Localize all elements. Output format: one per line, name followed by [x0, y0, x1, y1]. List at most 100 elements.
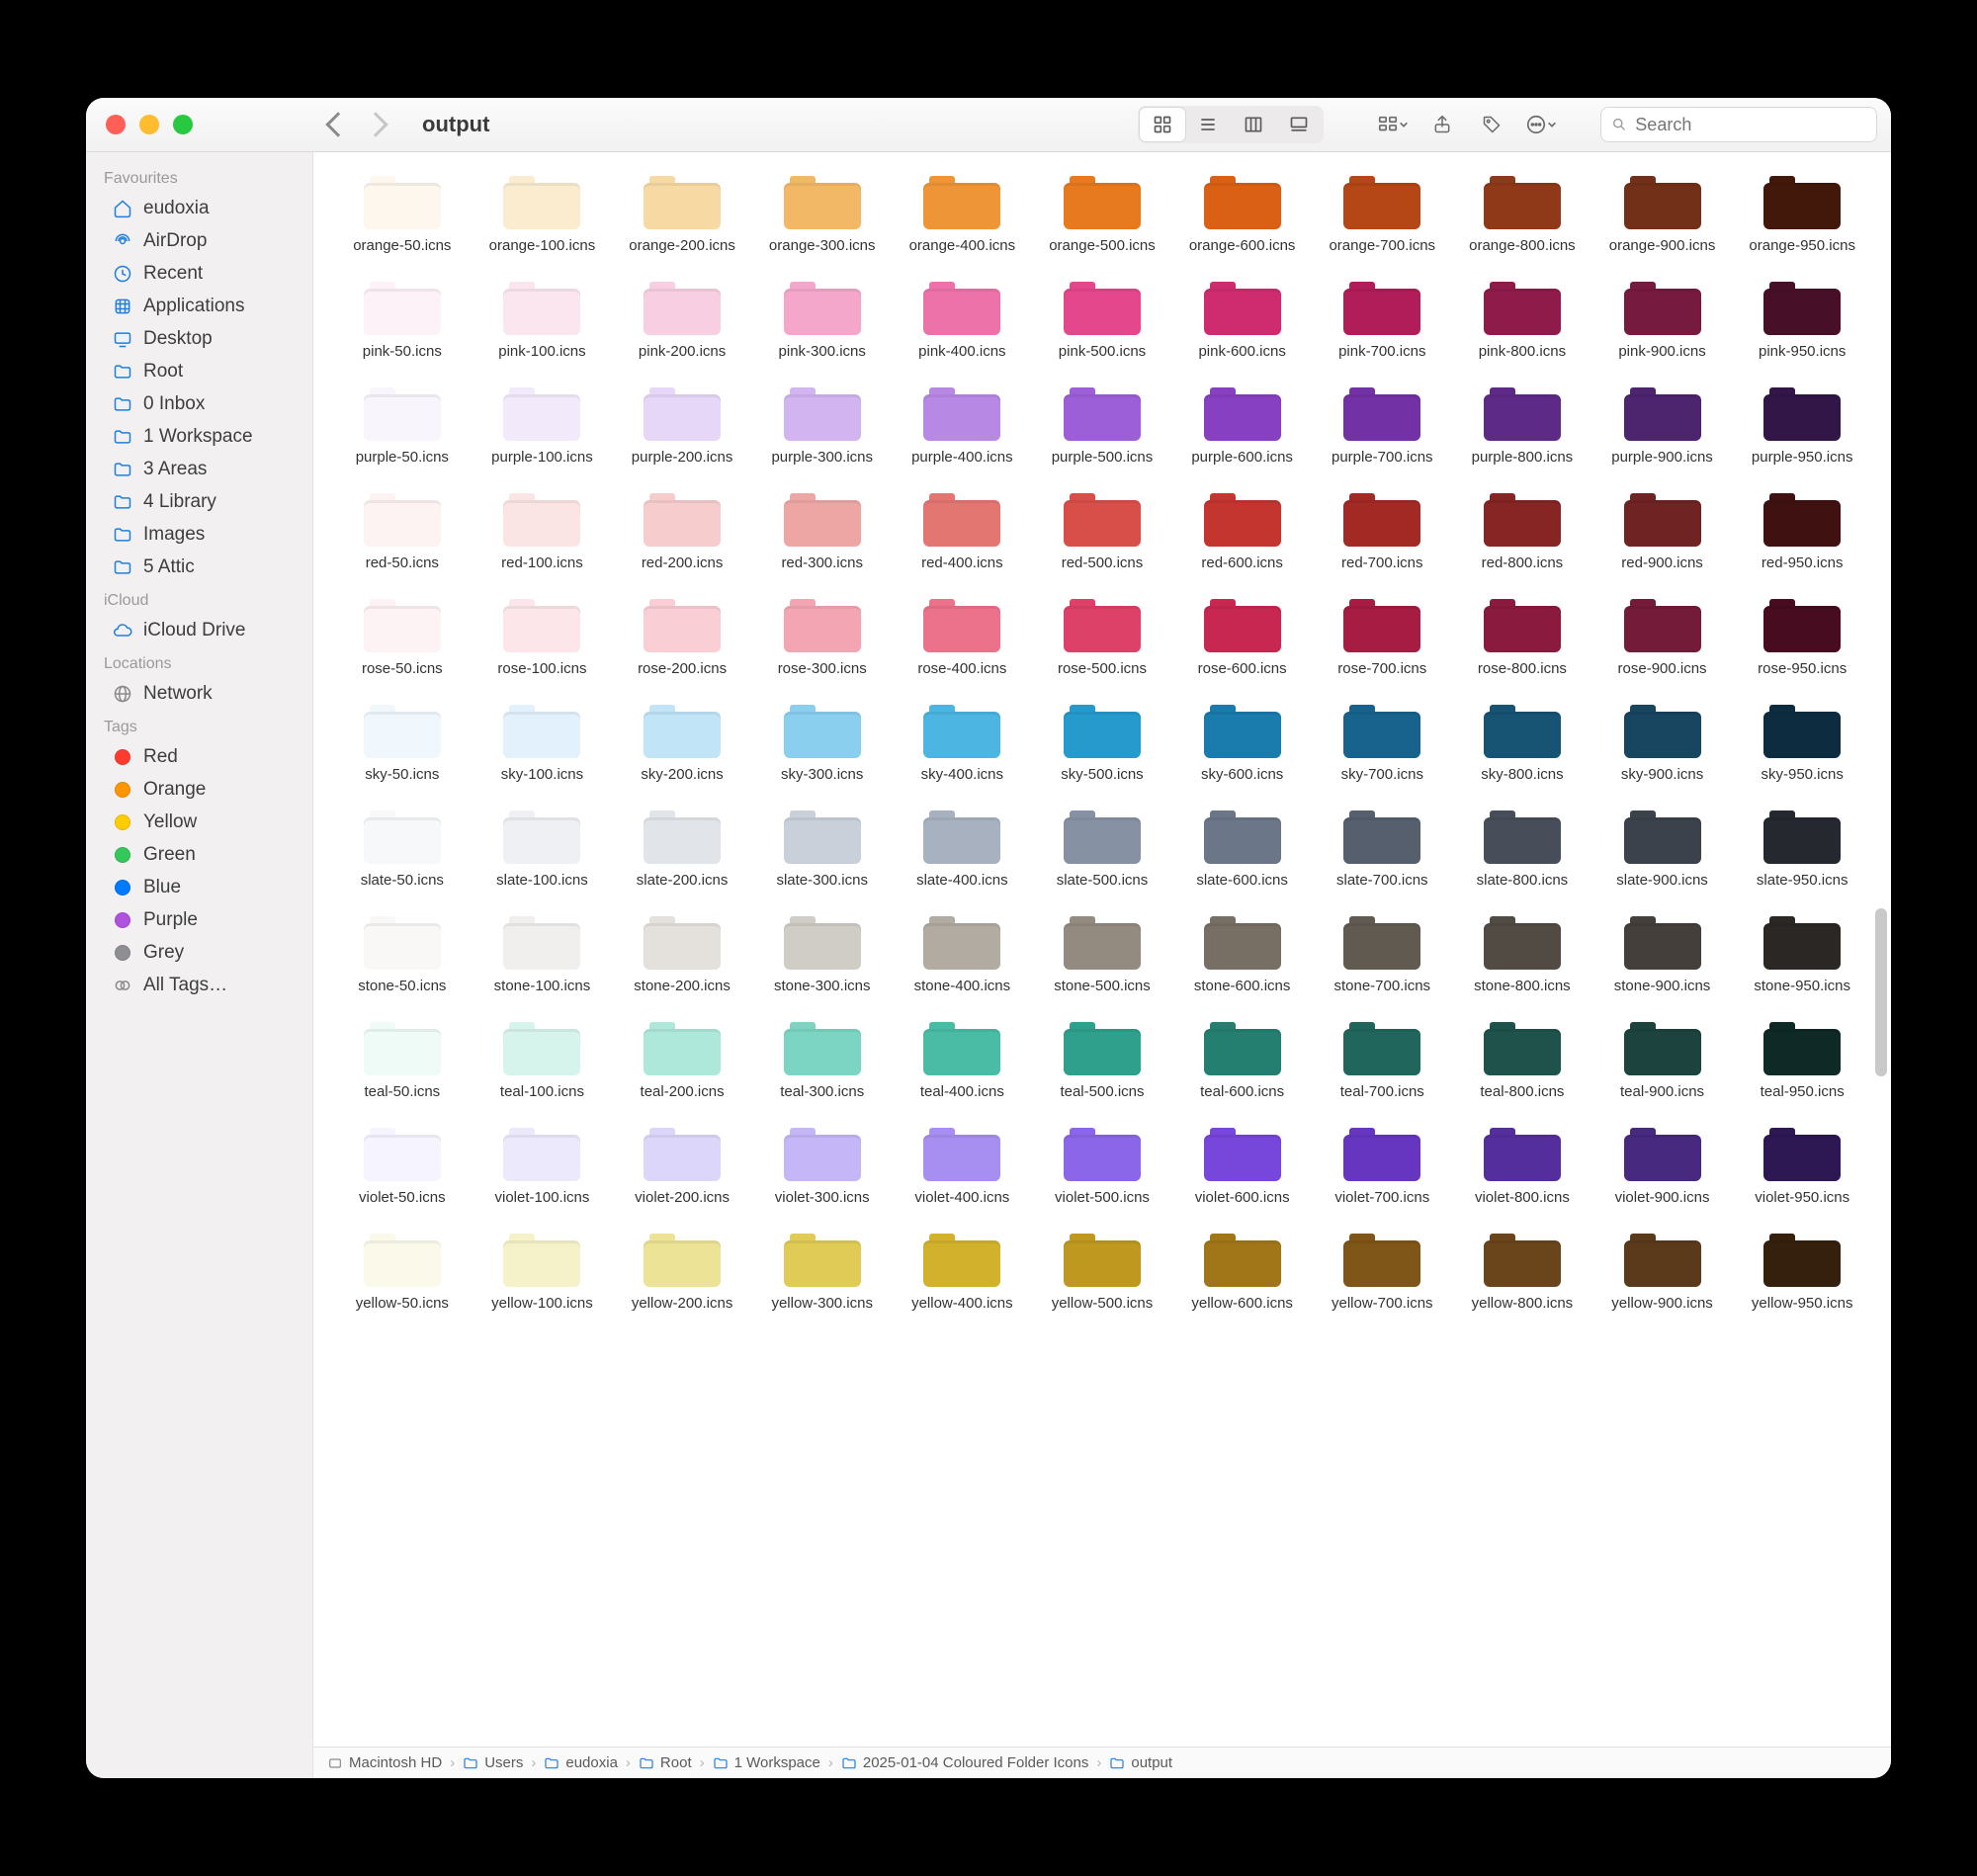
- file-item[interactable]: red-200.icns: [615, 493, 749, 571]
- file-item[interactable]: stone-900.icns: [1595, 916, 1730, 994]
- file-item[interactable]: stone-800.icns: [1455, 916, 1590, 994]
- file-item[interactable]: sky-900.icns: [1595, 705, 1730, 783]
- file-item[interactable]: stone-600.icns: [1175, 916, 1310, 994]
- file-item[interactable]: sky-600.icns: [1175, 705, 1310, 783]
- file-item[interactable]: orange-50.icns: [335, 176, 470, 254]
- file-item[interactable]: stone-300.icns: [755, 916, 890, 994]
- file-item[interactable]: red-600.icns: [1175, 493, 1310, 571]
- path-segment[interactable]: Users: [463, 1754, 523, 1771]
- file-item[interactable]: purple-200.icns: [615, 387, 749, 466]
- file-item[interactable]: rose-50.icns: [335, 599, 470, 677]
- file-item[interactable]: rose-300.icns: [755, 599, 890, 677]
- file-item[interactable]: slate-950.icns: [1735, 810, 1869, 889]
- sidebar-item[interactable]: 5 Attic: [94, 552, 304, 583]
- file-item[interactable]: orange-200.icns: [615, 176, 749, 254]
- file-item[interactable]: rose-800.icns: [1455, 599, 1590, 677]
- file-grid[interactable]: orange-50.icnsorange-100.icnsorange-200.…: [313, 152, 1891, 1747]
- file-item[interactable]: stone-100.icns: [475, 916, 610, 994]
- file-item[interactable]: orange-900.icns: [1595, 176, 1730, 254]
- file-item[interactable]: violet-950.icns: [1735, 1128, 1869, 1206]
- sidebar-item[interactable]: Applications: [94, 291, 304, 322]
- file-item[interactable]: slate-200.icns: [615, 810, 749, 889]
- file-item[interactable]: violet-300.icns: [755, 1128, 890, 1206]
- file-item[interactable]: teal-900.icns: [1595, 1022, 1730, 1100]
- file-item[interactable]: red-100.icns: [475, 493, 610, 571]
- file-item[interactable]: purple-100.icns: [475, 387, 610, 466]
- sidebar-item[interactable]: Images: [94, 519, 304, 551]
- file-item[interactable]: orange-800.icns: [1455, 176, 1590, 254]
- file-item[interactable]: pink-700.icns: [1315, 282, 1449, 360]
- file-item[interactable]: stone-950.icns: [1735, 916, 1869, 994]
- list-view-button[interactable]: [1185, 108, 1231, 141]
- file-item[interactable]: pink-500.icns: [1035, 282, 1169, 360]
- file-item[interactable]: sky-400.icns: [896, 705, 1030, 783]
- file-item[interactable]: yellow-600.icns: [1175, 1234, 1310, 1312]
- file-item[interactable]: pink-100.icns: [475, 282, 610, 360]
- file-item[interactable]: violet-50.icns: [335, 1128, 470, 1206]
- file-item[interactable]: red-950.icns: [1735, 493, 1869, 571]
- file-item[interactable]: violet-100.icns: [475, 1128, 610, 1206]
- file-item[interactable]: rose-600.icns: [1175, 599, 1310, 677]
- sidebar-item[interactable]: AirDrop: [94, 225, 304, 257]
- file-item[interactable]: rose-700.icns: [1315, 599, 1449, 677]
- file-item[interactable]: red-700.icns: [1315, 493, 1449, 571]
- file-item[interactable]: slate-600.icns: [1175, 810, 1310, 889]
- file-item[interactable]: yellow-950.icns: [1735, 1234, 1869, 1312]
- forward-button[interactable]: [363, 112, 387, 136]
- sidebar-item[interactable]: Blue: [94, 872, 304, 903]
- path-segment[interactable]: 2025-01-04 Coloured Folder Icons: [841, 1754, 1088, 1771]
- file-item[interactable]: slate-300.icns: [755, 810, 890, 889]
- column-view-button[interactable]: [1231, 108, 1276, 141]
- icon-view-button[interactable]: [1140, 108, 1185, 141]
- search-input[interactable]: [1635, 115, 1866, 135]
- file-item[interactable]: violet-500.icns: [1035, 1128, 1169, 1206]
- file-item[interactable]: rose-950.icns: [1735, 599, 1869, 677]
- sidebar-item[interactable]: Yellow: [94, 807, 304, 838]
- file-item[interactable]: sky-700.icns: [1315, 705, 1449, 783]
- file-item[interactable]: purple-300.icns: [755, 387, 890, 466]
- path-segment[interactable]: output: [1109, 1754, 1172, 1771]
- file-item[interactable]: yellow-300.icns: [755, 1234, 890, 1312]
- file-item[interactable]: violet-200.icns: [615, 1128, 749, 1206]
- file-item[interactable]: red-400.icns: [896, 493, 1030, 571]
- file-item[interactable]: red-500.icns: [1035, 493, 1169, 571]
- sidebar-item[interactable]: 4 Library: [94, 486, 304, 518]
- file-item[interactable]: sky-950.icns: [1735, 705, 1869, 783]
- file-item[interactable]: sky-200.icns: [615, 705, 749, 783]
- file-item[interactable]: stone-400.icns: [896, 916, 1030, 994]
- sidebar-item[interactable]: Red: [94, 741, 304, 773]
- sidebar-item[interactable]: 3 Areas: [94, 454, 304, 485]
- path-segment[interactable]: 1 Workspace: [713, 1754, 820, 1771]
- sidebar-item[interactable]: Purple: [94, 904, 304, 936]
- file-item[interactable]: sky-800.icns: [1455, 705, 1590, 783]
- share-button[interactable]: [1422, 108, 1462, 141]
- file-item[interactable]: sky-100.icns: [475, 705, 610, 783]
- sidebar-item[interactable]: eudoxia: [94, 193, 304, 224]
- file-item[interactable]: purple-700.icns: [1315, 387, 1449, 466]
- sidebar-item[interactable]: Orange: [94, 774, 304, 806]
- file-item[interactable]: pink-950.icns: [1735, 282, 1869, 360]
- file-item[interactable]: orange-600.icns: [1175, 176, 1310, 254]
- file-item[interactable]: purple-400.icns: [896, 387, 1030, 466]
- file-item[interactable]: yellow-900.icns: [1595, 1234, 1730, 1312]
- file-item[interactable]: orange-700.icns: [1315, 176, 1449, 254]
- file-item[interactable]: rose-400.icns: [896, 599, 1030, 677]
- scrollbar-thumb[interactable]: [1875, 908, 1887, 1076]
- close-button[interactable]: [106, 115, 126, 134]
- sidebar-item[interactable]: Grey: [94, 937, 304, 969]
- file-item[interactable]: slate-400.icns: [896, 810, 1030, 889]
- sidebar-item[interactable]: 1 Workspace: [94, 421, 304, 453]
- zoom-button[interactable]: [173, 115, 193, 134]
- file-item[interactable]: purple-900.icns: [1595, 387, 1730, 466]
- action-button[interactable]: [1521, 108, 1561, 141]
- file-item[interactable]: purple-500.icns: [1035, 387, 1169, 466]
- file-item[interactable]: rose-900.icns: [1595, 599, 1730, 677]
- group-button[interactable]: [1373, 108, 1413, 141]
- file-item[interactable]: teal-200.icns: [615, 1022, 749, 1100]
- file-item[interactable]: slate-500.icns: [1035, 810, 1169, 889]
- file-item[interactable]: violet-400.icns: [896, 1128, 1030, 1206]
- file-item[interactable]: pink-300.icns: [755, 282, 890, 360]
- file-item[interactable]: teal-400.icns: [896, 1022, 1030, 1100]
- path-segment[interactable]: Macintosh HD: [327, 1754, 442, 1771]
- sidebar-item[interactable]: Green: [94, 839, 304, 871]
